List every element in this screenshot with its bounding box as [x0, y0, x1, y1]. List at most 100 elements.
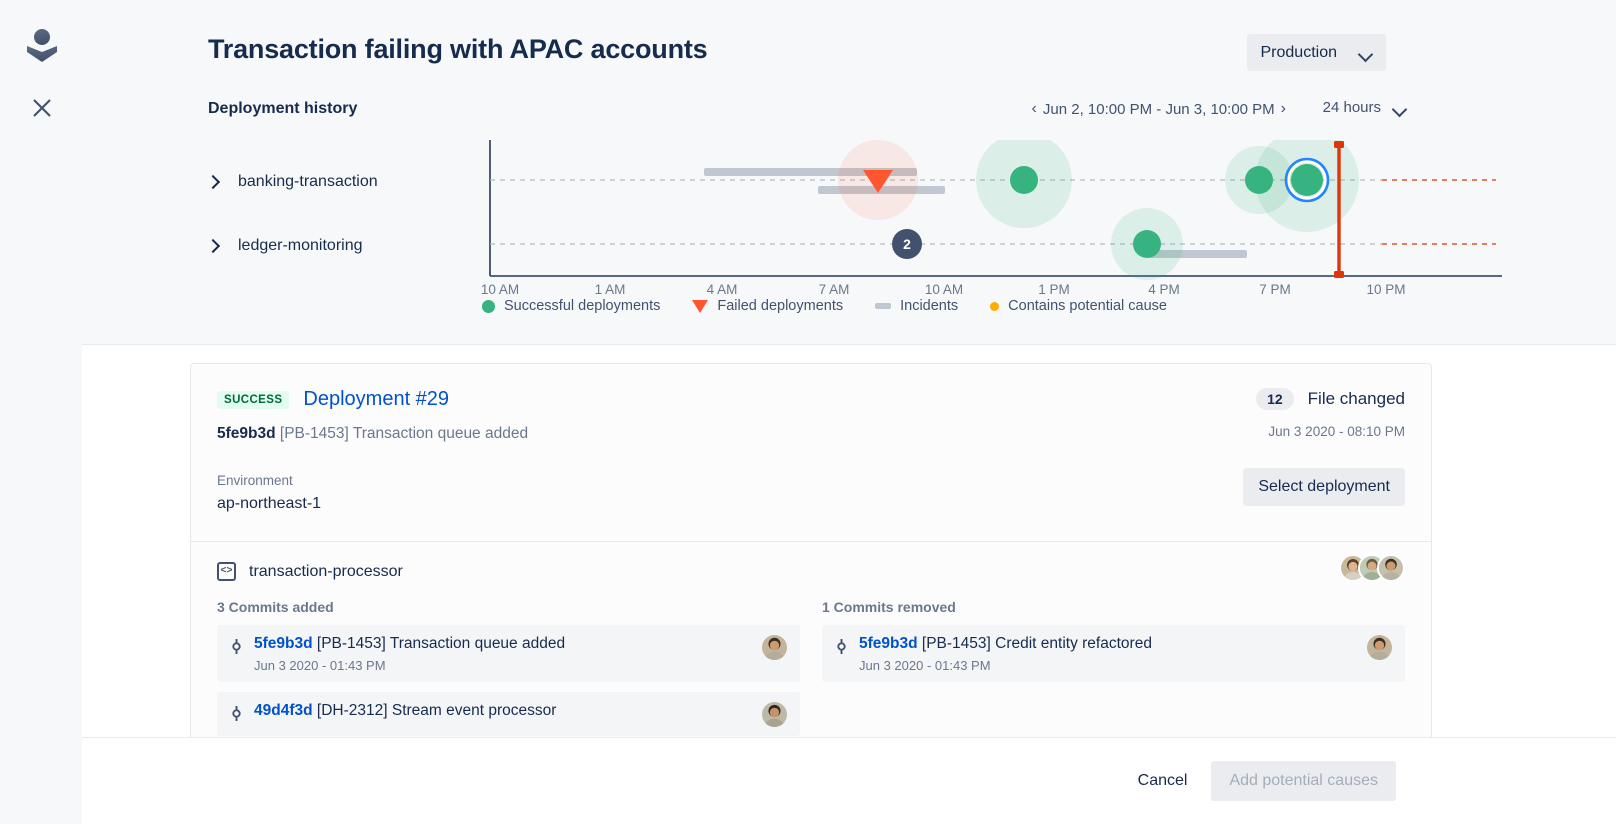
contributor-avatars	[1339, 554, 1405, 582]
user-avatar-icon	[24, 28, 60, 64]
duration-select-value: 24 hours	[1322, 99, 1381, 116]
commit-node-icon	[835, 639, 848, 659]
tree-item-label: banking-transaction	[238, 173, 378, 190]
chevron-down-icon	[1393, 104, 1406, 112]
legend-label: Incidents	[900, 298, 959, 314]
legend-label: Failed deployments	[717, 298, 844, 314]
x-axis-tick-label: 10 AM	[924, 282, 964, 297]
deployment-title-link[interactable]: Deployment #29	[303, 388, 449, 411]
legend-label: Contains potential cause	[1008, 298, 1167, 314]
commit-node-icon	[230, 706, 243, 726]
commit-title: 5fe9b3d [PB-1453] Transaction queue adde…	[254, 635, 751, 653]
commit-sha-link[interactable]: 5fe9b3d	[859, 635, 918, 652]
deployment-card-header: SUCCESS Deployment #29 5fe9b3d [PB-1453]…	[191, 364, 1431, 541]
deployment-history-section: Transaction failing with APAC accounts P…	[82, 0, 1616, 345]
code-icon: <>	[217, 562, 236, 581]
add-potential-causes-button[interactable]: Add potential causes	[1211, 761, 1396, 801]
environment-label: Environment	[217, 473, 293, 488]
page-title: Transaction failing with APAC accounts	[208, 34, 708, 64]
legend-item[interactable]: Successful deployments	[482, 298, 660, 314]
chevron-right-icon	[208, 176, 220, 188]
commit-message: [PB-1453] Credit entity refactored	[917, 635, 1152, 652]
selection-marker-cap-top	[1334, 141, 1344, 148]
x-axis-tick-label: 10 PM	[1366, 282, 1406, 297]
legend-item[interactable]: Failed deployments	[692, 298, 843, 314]
legend-circle-icon	[482, 299, 495, 313]
selection-marker-cap-bottom	[1334, 271, 1344, 278]
service-tree: banking-transaction ledger-monitoring	[208, 150, 488, 278]
duration-select[interactable]: 24 hours	[1323, 99, 1406, 116]
x-axis-tick-label: 7 AM	[818, 282, 850, 297]
commits-removed-column: 1 Commits removed 5fe9b3d [PB-1453] Cred…	[822, 599, 1405, 736]
avatar	[1377, 554, 1405, 582]
date-range-label: Jun 2, 10:00 PM - Jun 3, 10:00 PM	[1042, 100, 1275, 118]
environment-select[interactable]: Production	[1246, 34, 1386, 71]
legend-label: Successful deployments	[504, 298, 661, 314]
commit-message: [PB-1453] Transaction queue added	[279, 425, 529, 442]
commits-added-column: 3 Commits added 5fe9b3d [PB-1453] Transa…	[217, 599, 800, 736]
x-axis-tick-label: 1 PM	[1038, 282, 1070, 297]
legend-bar-icon	[875, 303, 892, 309]
x-axis-tick-label: 4 PM	[1148, 282, 1180, 297]
commit-author-avatar	[1367, 635, 1392, 660]
legend-triangle-icon	[692, 299, 709, 313]
successful-deployment-marker[interactable]	[1245, 166, 1273, 194]
next-range-button[interactable]: ›	[1281, 100, 1286, 118]
x-axis-tick-label: 1 AM	[594, 282, 626, 297]
commits-added-header: 3 Commits added	[217, 599, 334, 615]
select-deployment-button[interactable]: Select deployment	[1243, 468, 1405, 506]
commits-removed-header: 1 Commits removed	[822, 599, 956, 615]
commit-message: [DH-2312] Stream event processor	[312, 702, 557, 719]
commit-author-avatar	[762, 635, 787, 660]
tree-item-banking-transaction[interactable]: banking-transaction	[208, 150, 488, 214]
commit-title: 5fe9b3d [PB-1453] Credit entity refactor…	[859, 635, 1356, 653]
commit-author-avatar	[762, 702, 787, 727]
cancel-button[interactable]: Cancel	[1122, 762, 1204, 800]
repo-changes-section: <> transaction-processor 3 Commits added…	[191, 542, 1431, 737]
chevron-down-icon	[1359, 49, 1372, 57]
prev-range-button[interactable]: ‹	[1032, 100, 1037, 118]
deployment-detail-panel: SUCCESS Deployment #29 5fe9b3d [PB-1453]…	[82, 345, 1616, 737]
commit-sha: 5fe9b3d	[217, 425, 276, 442]
files-changed-count: 12	[1256, 388, 1294, 410]
commit-added-row[interactable]: 5fe9b3d [PB-1453] Transaction queue adde…	[217, 625, 800, 682]
left-rail	[0, 0, 82, 824]
incident-count-badge[interactable]: 2	[892, 229, 922, 259]
x-axis-tick-label: 10 AM	[480, 282, 520, 297]
commit-removed-row[interactable]: 5fe9b3d [PB-1453] Credit entity refactor…	[822, 625, 1405, 682]
close-icon[interactable]	[24, 90, 60, 126]
deployment-card: SUCCESS Deployment #29 5fe9b3d [PB-1453]…	[190, 363, 1432, 737]
commit-sha-link[interactable]: 49d4f3d	[254, 702, 313, 719]
deployment-date: Jun 3 2020 - 08:10 PM	[1268, 424, 1405, 439]
x-axis-tick-label: 4 AM	[706, 282, 738, 297]
modal-footer: Cancel Add potential causes	[82, 737, 1616, 824]
deployment-meta: 12 File changed Jun 3 2020 - 08:10 PM	[1256, 388, 1405, 439]
commit-sha-link[interactable]: 5fe9b3d	[254, 635, 313, 652]
successful-deployment-marker[interactable]	[1133, 230, 1161, 258]
environment-block: Environment ap-northeast-1	[217, 473, 1405, 513]
files-changed-label: File changed	[1307, 389, 1405, 408]
repo-name: transaction-processor	[249, 562, 403, 580]
chart-legend: Successful deployments Failed deployments…	[482, 298, 1167, 314]
environment-value: ap-northeast-1	[217, 495, 322, 512]
successful-deployment-marker[interactable]	[1010, 166, 1038, 194]
legend-item[interactable]: Incidents	[875, 298, 958, 314]
chevron-right-icon	[208, 240, 220, 252]
successful-deployment-marker[interactable]	[1291, 164, 1323, 196]
commit-node-icon	[230, 639, 243, 659]
commit-message: [PB-1453] Transaction queue added	[312, 635, 566, 652]
status-badge: SUCCESS	[217, 390, 290, 409]
section-title: Deployment history	[208, 100, 358, 117]
environment-select-value: Production	[1260, 43, 1338, 61]
legend-dot-icon	[990, 301, 1000, 311]
date-range-nav: ‹ Jun 2, 10:00 PM - Jun 3, 10:00 PM ›	[1032, 100, 1286, 118]
commit-date: Jun 3 2020 - 01:43 PM	[859, 658, 991, 673]
deployment-commit-line: 5fe9b3d [PB-1453] Transaction queue adde…	[217, 425, 1405, 443]
tree-item-label: ledger-monitoring	[238, 237, 363, 254]
commit-date: Jun 3 2020 - 01:43 PM	[254, 658, 386, 673]
commit-added-row[interactable]: 49d4f3d [DH-2312] Stream event processor	[217, 692, 800, 736]
deployment-history-modal: Transaction failing with APAC accounts P…	[0, 0, 1616, 824]
tree-item-ledger-monitoring[interactable]: ledger-monitoring	[208, 214, 488, 278]
commit-title: 49d4f3d [DH-2312] Stream event processor	[254, 702, 751, 720]
legend-item[interactable]: Contains potential cause	[990, 298, 1167, 314]
